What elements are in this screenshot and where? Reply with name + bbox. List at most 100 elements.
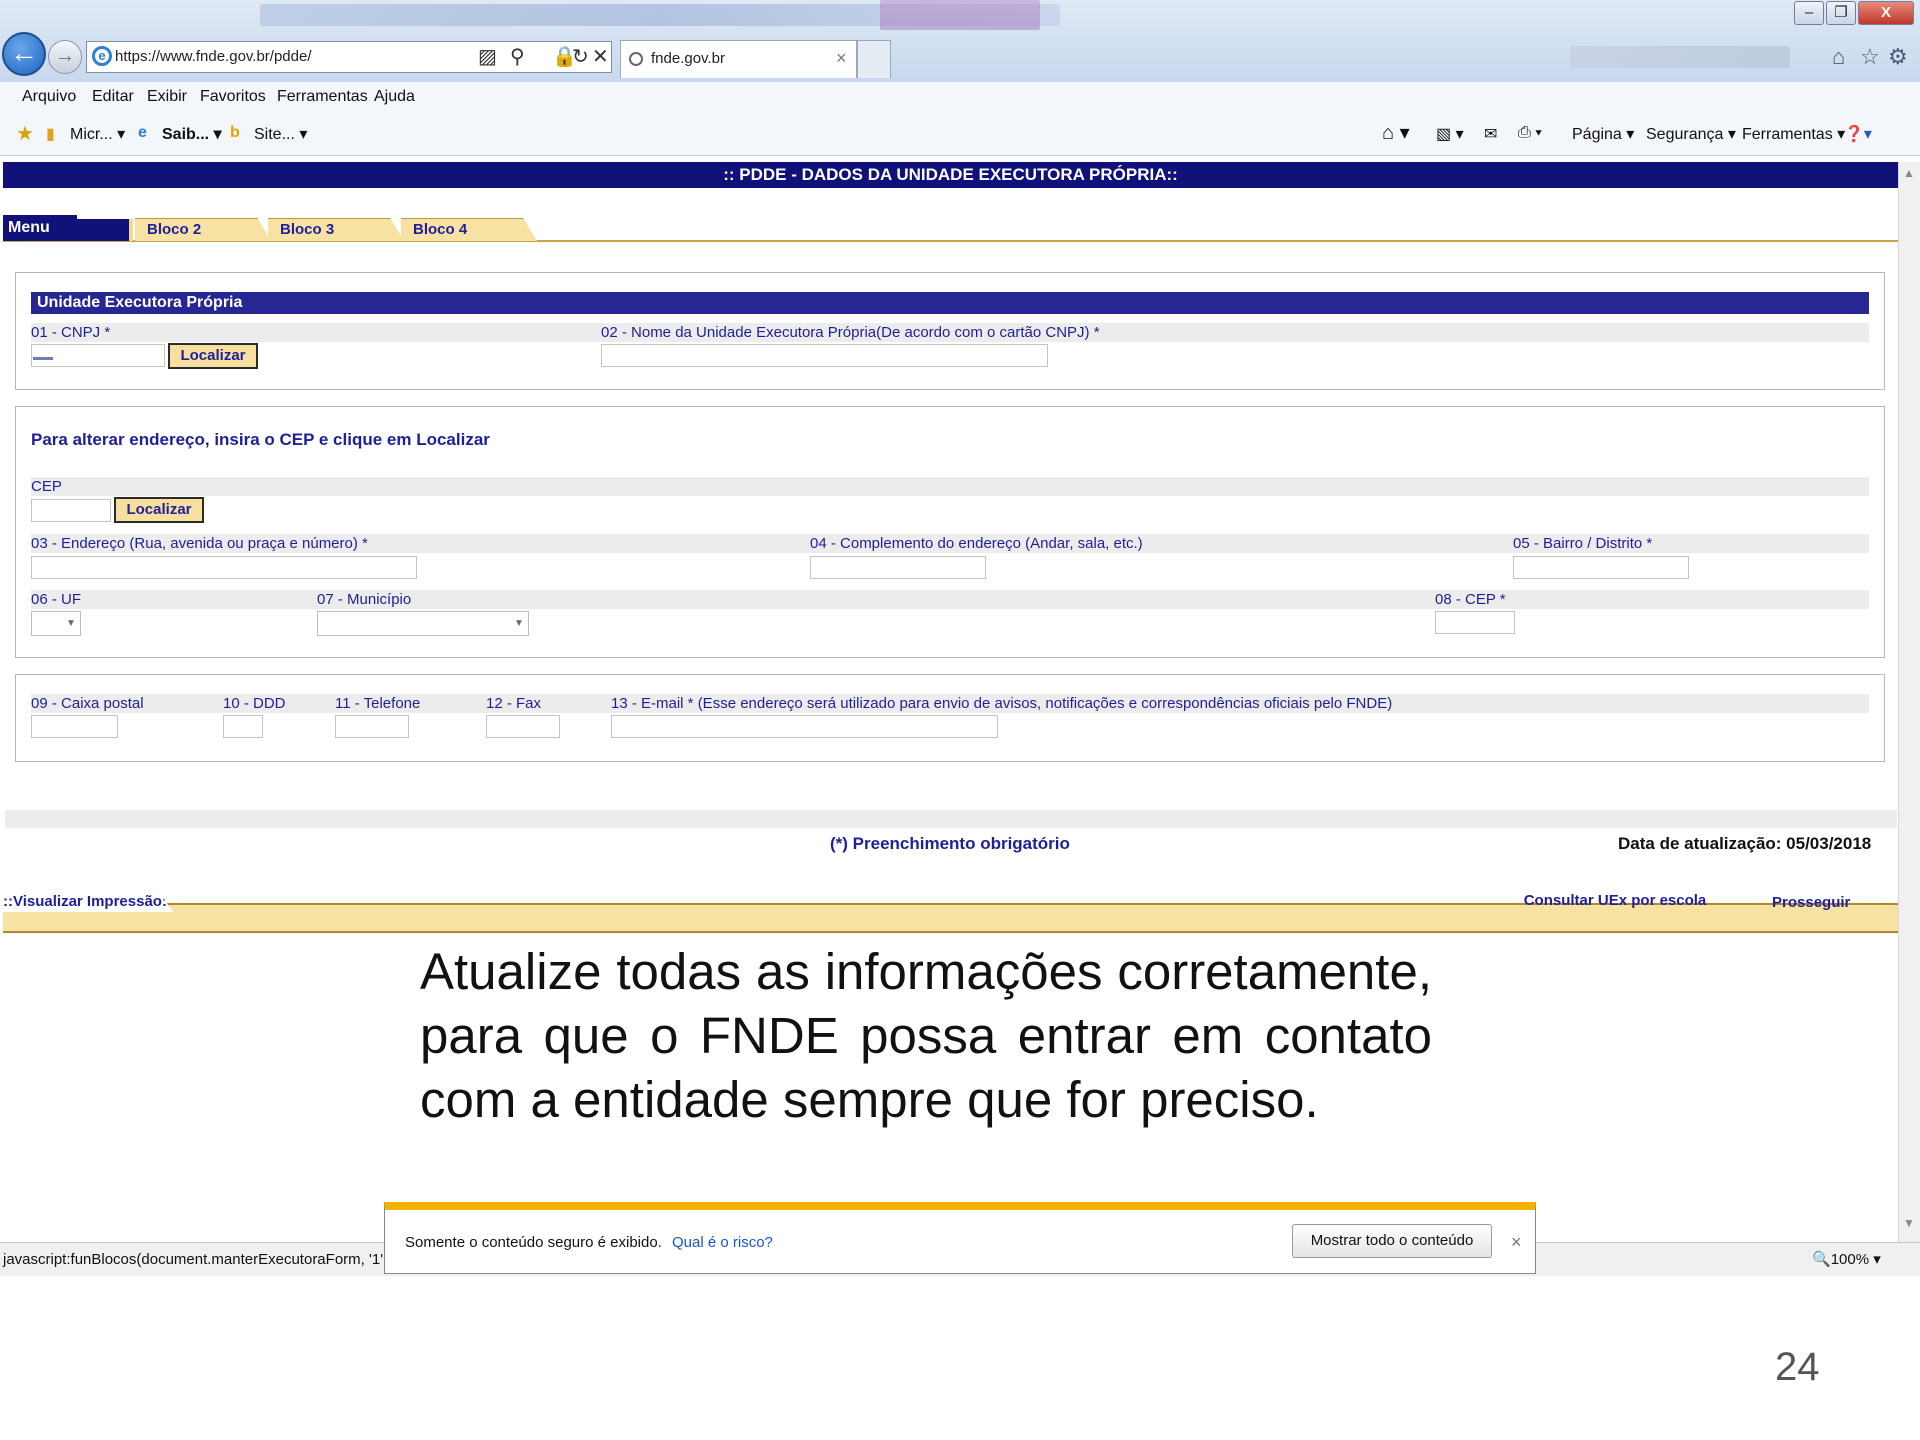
bairro-label: 05 - Bairro / Distrito * — [1513, 535, 1653, 552]
search-icon[interactable]: ⚲ — [510, 44, 525, 69]
slide-number: 24 — [1775, 1345, 1820, 1389]
vertical-scrollbar[interactable] — [1898, 162, 1920, 1242]
municipio-label: 07 - Município — [317, 591, 412, 608]
favorites-add-icon[interactable]: ★ — [16, 121, 34, 146]
menu-ferramentas[interactable]: Ferramentas — [277, 88, 368, 106]
menu-ajuda[interactable]: Ajuda — [374, 88, 415, 106]
zoom-control[interactable]: 🔍100% ▾ — [1812, 1250, 1881, 1268]
show-all-content-button[interactable]: Mostrar todo o conteúdo — [1292, 1224, 1492, 1258]
cep-label: CEP — [31, 478, 62, 495]
chevron-down-icon: ▼ — [514, 618, 524, 629]
compatibility-icon[interactable]: ▨ — [478, 44, 497, 69]
print-icon[interactable]: ⎙ ▾ — [1518, 124, 1542, 142]
consultar-uex-button[interactable]: Consultar UEx por escola — [1520, 892, 1710, 910]
close-tab-icon[interactable]: × — [836, 48, 847, 69]
municipio-select[interactable] — [317, 611, 529, 636]
menu-editar[interactable]: Editar — [92, 88, 134, 106]
cnpj-input[interactable] — [31, 344, 165, 367]
fax-input[interactable] — [486, 715, 560, 738]
maximize-button[interactable]: ❐ — [1826, 1, 1856, 25]
caixa-postal-label: 09 - Caixa postal — [31, 695, 144, 712]
email-label: 13 - E-mail * (Esse endereço será utiliz… — [611, 695, 1393, 712]
close-window-button[interactable]: X — [1858, 1, 1914, 25]
endereco-label: 03 - Endereço (Rua, avenida ou praça e n… — [31, 535, 368, 552]
label-row — [31, 477, 1869, 496]
help-icon[interactable]: ❓▾ — [1844, 124, 1872, 144]
prosseguir-button[interactable]: Prosseguir — [1772, 894, 1850, 911]
tab-bloco-3[interactable]: Bloco 3 — [268, 218, 404, 241]
back-arrow-icon[interactable]: ← — [2, 32, 46, 76]
menu-seguranca[interactable]: Segurança ▾ — [1646, 124, 1736, 144]
cep-input[interactable] — [1435, 611, 1515, 634]
mandatory-note: (*) Preenchimento obrigatório — [830, 834, 1070, 853]
nome-label: 02 - Nome da Unidade Executora Própria(D… — [601, 324, 1100, 341]
ie-logo-icon: e — [92, 46, 112, 66]
loading-icon — [629, 52, 643, 66]
telefone-label: 11 - Telefone — [335, 695, 421, 712]
address-bar[interactable]: https://www.fnde.gov.br/pdde/ — [86, 41, 612, 73]
favorites-star-icon[interactable]: ☆ — [1860, 44, 1880, 70]
tab-bloco-4[interactable]: Bloco 4 — [401, 218, 537, 241]
favorite-item-site[interactable]: Site... ▾ — [254, 124, 307, 144]
tab-bloco-1[interactable] — [77, 219, 133, 241]
cep08-label: 08 - CEP * — [1435, 591, 1506, 608]
tab-title: fnde.gov.br — [651, 50, 725, 67]
tab-fnde[interactable]: fnde.gov.br — [620, 40, 857, 78]
ddd-label: 10 - DDD — [223, 695, 286, 712]
ie-page-icon: e — [138, 124, 147, 141]
folder-icon: ▮ — [46, 126, 55, 143]
zoom-level: 100% — [1830, 1251, 1870, 1268]
cnpj-label: 01 - CNPJ * — [31, 324, 111, 341]
menu-favoritos[interactable]: Favoritos — [200, 88, 266, 106]
gear-icon[interactable]: ⚙ — [1888, 44, 1908, 70]
complemento-input[interactable] — [810, 556, 986, 579]
localizar-cep-button[interactable]: Localizar — [114, 497, 204, 523]
search-box[interactable] — [1570, 46, 1790, 68]
complemento-label: 04 - Complemento do endereço (Andar, sal… — [810, 535, 1143, 552]
url-text: https://www.fnde.gov.br/pdde/ — [115, 48, 312, 65]
risk-link[interactable]: Qual é o risco? — [672, 1234, 773, 1251]
feeds-icon[interactable]: ▧ ▾ — [1436, 124, 1464, 144]
tab-bloco-2[interactable]: Bloco 2 — [135, 218, 271, 241]
mail-icon[interactable]: ✉ — [1484, 124, 1497, 144]
tab-menu[interactable]: Menu — [3, 215, 77, 241]
scroll-up-icon[interactable]: ▲ — [1903, 166, 1915, 180]
caixa-postal-input[interactable] — [31, 715, 118, 738]
bairro-input[interactable] — [1513, 556, 1689, 579]
update-date: Data de atualização: 05/03/2018 — [1618, 834, 1872, 853]
window-title-highlight — [880, 0, 1040, 30]
page-title: :: PDDE - DADOS DA UNIDADE EXECUTORA PRÓ… — [3, 162, 1898, 188]
new-tab-button[interactable] — [857, 40, 891, 78]
zoom-icon: 🔍 — [1812, 1251, 1831, 1268]
nome-input[interactable] — [601, 344, 1048, 367]
uf-label: 06 - UF — [31, 591, 82, 608]
status-text: javascript:funBlocos(document.manterExec… — [3, 1251, 403, 1268]
forward-arrow-icon[interactable]: → — [48, 40, 82, 74]
cep-search-input[interactable] — [31, 499, 111, 522]
scroll-down-icon[interactable]: ▼ — [1903, 1216, 1915, 1230]
menu-arquivo[interactable]: Arquivo — [22, 88, 76, 106]
cnpj-value-redacted — [33, 357, 53, 360]
home-icon[interactable]: ⌂ — [1832, 44, 1845, 70]
chevron-down-icon: ▼ — [66, 618, 76, 629]
menu-ferramentas-cmd[interactable]: Ferramentas ▾ — [1742, 124, 1845, 144]
instruction-text: Atualize todas as informações corretamen… — [420, 943, 1432, 1128]
uex-section-title: Unidade Executora Própria — [31, 292, 1869, 314]
ddd-input[interactable] — [223, 715, 263, 738]
refresh-icon[interactable]: ↻ — [572, 44, 589, 69]
stop-icon[interactable]: ✕ — [592, 44, 609, 69]
favorite-item-micr[interactable]: Micr... ▾ — [70, 124, 125, 144]
favorite-item-saib[interactable]: Saib... ▾ — [162, 124, 222, 144]
close-notification-icon[interactable]: × — [1511, 1232, 1522, 1253]
endereco-input[interactable] — [31, 556, 417, 579]
home-cmd-icon[interactable]: ⌂ ▾ — [1382, 120, 1410, 145]
notification-message: Somente o conteúdo seguro é exibido. — [405, 1234, 662, 1251]
visualizar-impressao-link[interactable]: ::Visualizar Impressão:: — [3, 892, 173, 912]
minimize-button[interactable]: – — [1794, 1, 1824, 25]
label-row — [31, 590, 1869, 609]
telefone-input[interactable] — [335, 715, 409, 738]
menu-pagina[interactable]: Página ▾ — [1572, 124, 1634, 144]
localizar-cnpj-button[interactable]: Localizar — [168, 343, 258, 369]
menu-exibir[interactable]: Exibir — [147, 88, 187, 106]
email-input[interactable] — [611, 715, 998, 738]
